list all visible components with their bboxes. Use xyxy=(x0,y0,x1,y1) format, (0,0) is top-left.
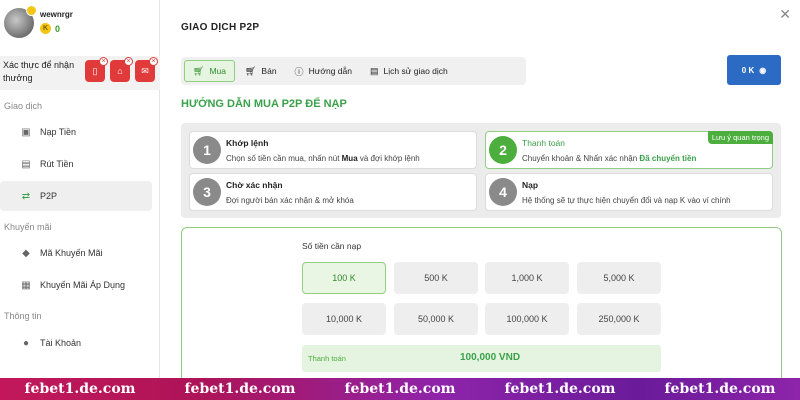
avatar[interactable] xyxy=(4,5,37,38)
tab-label: Bán xyxy=(261,66,277,76)
important-note-badge: Lưu ý quan trọng xyxy=(707,131,773,144)
avatar-badge-icon xyxy=(26,5,37,16)
applied-promo-icon: ▦ xyxy=(21,279,31,291)
username: wewnrgr xyxy=(40,10,73,19)
tab-history[interactable]: ▤ Lịch sử giao dịch xyxy=(362,60,456,82)
amount-option[interactable]: 100,000 K xyxy=(485,303,569,335)
main-panel: GIAO DỊCH P2P ✕ 🛒︎ Mua 🛒︎ Bán ⓘ Hướng dẫ… xyxy=(160,0,800,387)
sidebar-item-label: Nạp Tiền xyxy=(40,127,77,137)
watermark-bar: febet1.de.com febet1.de.com febet1.de.co… xyxy=(0,378,800,400)
step-number: 4 xyxy=(489,178,517,206)
section-title-promotions: Khuyến mãi xyxy=(4,222,52,232)
verify-text: Xác thực để nhận thưởng xyxy=(3,60,75,83)
help-icon: ⓘ xyxy=(294,66,304,77)
step-card-1: 1 Khớp lệnh Chọn số tiền cần mua, nhấn n… xyxy=(189,131,477,169)
step-card-4: 4 Nạp Hệ thống sẽ tự thực hiện chuyển đổ… xyxy=(485,173,773,211)
wallet-icon: ◉ xyxy=(759,65,767,75)
verify-banner: Xác thực để nhận thưởng ▯ × ⌂ × ✉ × xyxy=(0,56,160,90)
payment-value: 100,000 VND xyxy=(460,352,521,363)
account-icon: ● xyxy=(22,337,30,349)
payment-label: Thanh toán xyxy=(308,354,346,363)
amount-option[interactable]: 1,000 K xyxy=(485,262,569,294)
history-icon: ▤ xyxy=(369,65,379,76)
step-title: Nạp xyxy=(522,180,539,190)
sidebar-item-label: Rút Tiền xyxy=(40,159,74,169)
sidebar-item-label: Khuyến Mãi Áp Dụng xyxy=(40,280,126,290)
amount-panel: Số tiền cần nạp 100 K 500 K 1,000 K 5,00… xyxy=(181,227,782,387)
tab-label: Lịch sử giao dịch xyxy=(383,66,448,76)
sidebar-item-applied-promo[interactable]: ▦ Khuyến Mãi Áp Dụng xyxy=(0,270,152,300)
watermark-text: febet1.de.com xyxy=(184,381,296,397)
step-desc: Đợi người bán xác nhận & mở khóa xyxy=(226,196,354,205)
verify-email-icon[interactable]: ✉ × xyxy=(135,57,158,82)
sidebar-item-withdraw[interactable]: ▤ Rút Tiền xyxy=(0,149,152,179)
deposit-icon: ▣ xyxy=(21,126,31,138)
step-number: 2 xyxy=(489,136,517,164)
balance-value: 0 xyxy=(55,23,61,34)
sidebar: wewnrgr K 0 Xác thực để nhận thưởng ▯ × ⌂… xyxy=(0,0,160,378)
step-desc: Chọn số tiền cần mua, nhấn nút Mua và đợ… xyxy=(226,154,420,163)
step-title: Khớp lệnh xyxy=(226,138,269,148)
tab-label: Hướng dẫn xyxy=(308,66,352,76)
sidebar-item-label: P2P xyxy=(40,191,58,201)
step-title: Thanh toán xyxy=(522,138,566,148)
section-title-info: Thông tin xyxy=(4,311,42,321)
step-card-3: 3 Chờ xác nhận Đợi người bán xác nhận & … xyxy=(189,173,477,211)
amount-option[interactable]: 250,000 K xyxy=(577,303,661,335)
sidebar-item-deposit[interactable]: ▣ Nạp Tiền xyxy=(0,117,152,147)
sidebar-item-label: Tài Khoản xyxy=(40,338,82,348)
payment-row: Thanh toán 100,000 VND xyxy=(302,345,661,372)
profile[interactable]: wewnrgr K 0 xyxy=(4,5,73,38)
watermark-text: febet1.de.com xyxy=(664,381,776,397)
amount-option[interactable]: 500 K xyxy=(394,262,478,294)
step-number: 1 xyxy=(193,136,221,164)
verify-bank-icon[interactable]: ⌂ × xyxy=(110,57,133,82)
coin-icon: K xyxy=(40,23,51,34)
watermark-text: febet1.de.com xyxy=(504,381,616,397)
sidebar-item-account[interactable]: ● Tài Khoản xyxy=(0,328,152,358)
step-desc: Hệ thống sẽ tự thực hiện chuyển đổi và n… xyxy=(522,196,731,205)
amount-option[interactable]: 50,000 K xyxy=(394,303,478,335)
tab-sell[interactable]: 🛒︎ Bán xyxy=(237,60,285,82)
step-desc: Chuyển khoản & Nhấn xác nhận Đã chuyển t… xyxy=(522,154,697,163)
p2p-icon: ⇄ xyxy=(21,190,31,202)
sidebar-item-label: Mã Khuyến Mãi xyxy=(40,248,103,258)
amount-option[interactable]: 100 K xyxy=(302,262,386,294)
tab-buy[interactable]: 🛒︎ Mua xyxy=(184,60,235,82)
amount-option[interactable]: 10,000 K xyxy=(302,303,386,335)
page-title: GIAO DỊCH P2P xyxy=(181,22,260,33)
section-title-transactions: Giao dịch xyxy=(4,101,43,111)
amount-option[interactable]: 5,000 K xyxy=(577,262,661,294)
cart-icon: 🛒︎ xyxy=(193,65,205,76)
balance-button[interactable]: 0 K ◉ xyxy=(727,55,781,85)
promo-code-icon: ◆ xyxy=(22,247,30,259)
steps-box: 1 Khớp lệnh Chọn số tiền cần mua, nhấn n… xyxy=(181,123,781,218)
balance-button-label: 0 K xyxy=(741,65,755,75)
amount-label: Số tiền cần nạp xyxy=(302,241,362,251)
watermark-text: febet1.de.com xyxy=(24,381,136,397)
tab-label: Mua xyxy=(209,66,226,76)
sidebar-item-promo-code[interactable]: ◆ Mã Khuyến Mãi xyxy=(0,238,152,268)
verify-phone-icon[interactable]: ▯ × xyxy=(85,57,108,82)
sell-cart-icon: 🛒︎ xyxy=(244,65,257,76)
step-title: Chờ xác nhận xyxy=(226,180,283,190)
step-card-2: 2 Thanh toán Chuyển khoản & Nhấn xác nhậ… xyxy=(485,131,773,169)
sidebar-item-p2p[interactable]: ⇄ P2P xyxy=(0,181,152,211)
watermark-text: febet1.de.com xyxy=(344,381,456,397)
tab-bar: 🛒︎ Mua 🛒︎ Bán ⓘ Hướng dẫn ▤ Lịch sử giao… xyxy=(181,57,526,85)
withdraw-icon: ▤ xyxy=(21,158,31,170)
guide-title: HƯỚNG DẪN MUA P2P ĐỂ NẠP xyxy=(181,98,347,110)
tab-guide[interactable]: ⓘ Hướng dẫn xyxy=(287,60,360,82)
close-icon[interactable]: ✕ xyxy=(779,6,791,23)
step-number: 3 xyxy=(193,178,221,206)
